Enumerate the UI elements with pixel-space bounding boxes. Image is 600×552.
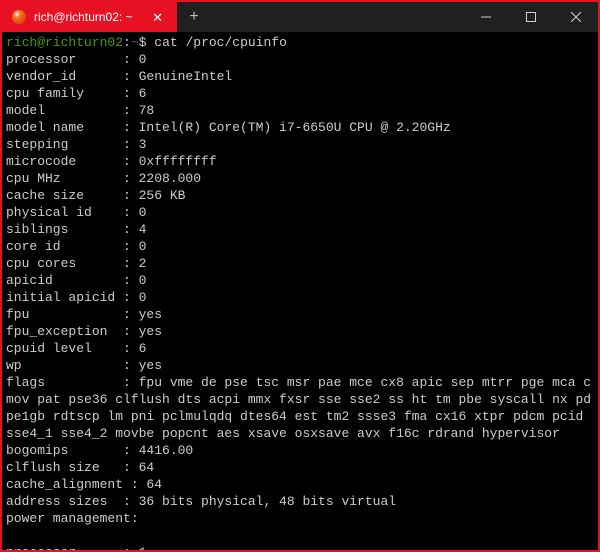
cpuinfo-line: apicid : 0 <box>6 272 594 289</box>
cpuinfo-line: address sizes : 36 bits physical, 48 bit… <box>6 493 594 510</box>
blank-line <box>6 527 594 544</box>
prompt-symbol: $ <box>139 35 155 50</box>
minimize-button[interactable] <box>463 2 508 32</box>
cpuinfo-line: clflush size : 64 <box>6 459 594 476</box>
cpuinfo-line: power management: <box>6 510 594 527</box>
tab-active[interactable]: rich@richturn02: ~ ✕ <box>2 2 177 32</box>
cpuinfo-line: wp : yes <box>6 357 594 374</box>
cpuinfo-line: cpu cores : 2 <box>6 255 594 272</box>
cpuinfo-line: processor : 0 <box>6 51 594 68</box>
cpuinfo-line: siblings : 4 <box>6 221 594 238</box>
cpuinfo-line: fpu : yes <box>6 306 594 323</box>
ubuntu-icon <box>12 10 26 24</box>
cpuinfo-line: physical id : 0 <box>6 204 594 221</box>
maximize-button[interactable] <box>508 2 553 32</box>
cpuinfo-line: model name : Intel(R) Core(TM) i7-6650U … <box>6 119 594 136</box>
close-button[interactable] <box>553 2 598 32</box>
cpuinfo-line: core id : 0 <box>6 238 594 255</box>
terminal-output[interactable]: rich@richturn02:~$ cat /proc/cpuinfoproc… <box>2 32 598 550</box>
cpuinfo-line: cache size : 256 KB <box>6 187 594 204</box>
prompt-separator: : <box>123 35 131 50</box>
tab-title: rich@richturn02: ~ <box>34 10 140 24</box>
cpuinfo-line: cpu MHz : 2208.000 <box>6 170 594 187</box>
prompt-command: cat /proc/cpuinfo <box>154 35 287 50</box>
cpuinfo-line: stepping : 3 <box>6 136 594 153</box>
new-tab-button[interactable]: + <box>177 2 211 32</box>
close-tab-icon[interactable]: ✕ <box>148 9 167 26</box>
minimize-icon <box>481 12 491 22</box>
cpuinfo-line: model : 78 <box>6 102 594 119</box>
titlebar: rich@richturn02: ~ ✕ + <box>2 2 598 32</box>
cpuinfo-line: cpu family : 6 <box>6 85 594 102</box>
cpuinfo-line: cache_alignment : 64 <box>6 476 594 493</box>
close-icon <box>571 12 581 22</box>
titlebar-spacer <box>211 2 463 32</box>
cpuinfo-line: fpu_exception : yes <box>6 323 594 340</box>
terminal-window: rich@richturn02: ~ ✕ + rich@richturn02:~… <box>2 2 598 550</box>
prompt-user-host: rich@richturn02 <box>6 35 123 50</box>
cpuinfo-line: processor : 1 <box>6 544 594 550</box>
prompt-line: rich@richturn02:~$ cat /proc/cpuinfo <box>6 34 594 51</box>
cpuinfo-line: vendor_id : GenuineIntel <box>6 68 594 85</box>
window-controls <box>463 2 598 32</box>
cpuinfo-line: cpuid level : 6 <box>6 340 594 357</box>
cpuinfo-line: flags : fpu vme de pse tsc msr pae mce c… <box>6 374 594 442</box>
prompt-path: ~ <box>131 35 139 50</box>
cpuinfo-line: bogomips : 4416.00 <box>6 442 594 459</box>
cpuinfo-line: initial apicid : 0 <box>6 289 594 306</box>
maximize-icon <box>526 12 536 22</box>
cpuinfo-line: microcode : 0xffffffff <box>6 153 594 170</box>
